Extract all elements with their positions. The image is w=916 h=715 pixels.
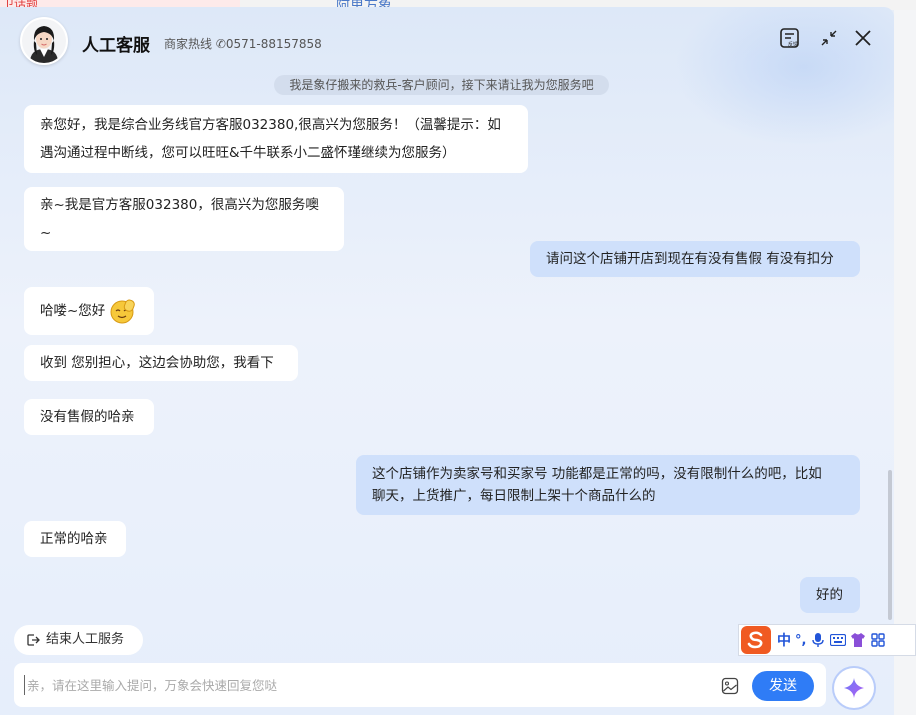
ime-toolbar: 中 °, xyxy=(738,624,916,656)
send-button[interactable]: 发送 xyxy=(752,671,814,701)
minimize-icon xyxy=(821,30,837,46)
agent-avatar xyxy=(20,17,68,65)
skin-shirt-icon[interactable] xyxy=(850,632,866,648)
page-title: 人工客服 xyxy=(82,36,150,56)
message-text: 收到 您别担心，这边会协助您，我看下 xyxy=(40,355,274,371)
user-message: 好的 xyxy=(800,577,860,613)
message-input[interactable] xyxy=(24,675,704,695)
message-text-line: 亲您好，我是综合业务线官方客服032380,很高兴为您服务！（温馨提示：如 xyxy=(40,117,501,133)
agent-message: 哈喽~您好 xyxy=(24,287,154,335)
image-icon xyxy=(721,677,739,695)
feedback-button[interactable]: 反馈 xyxy=(779,27,803,51)
agent-message: 亲您好，我是综合业务线官方客服032380,很高兴为您服务！（温馨提示：如 遇沟… xyxy=(24,105,528,173)
end-service-button[interactable]: 结束人工服务 xyxy=(14,625,143,655)
wave-emoji-icon xyxy=(107,296,137,326)
message-text-line: 遇沟通过程中断线，您可以旺旺&千牛联系小二盛怀瑾继续为您服务） xyxy=(40,145,456,161)
close-icon xyxy=(855,30,871,46)
sogou-logo-icon[interactable] xyxy=(741,626,771,654)
feedback-badge-text: 反馈 xyxy=(788,41,798,48)
chat-header: 人工客服 商家热线 ✆0571-88157858 反馈 xyxy=(0,7,894,73)
message-text: 哈喽~您好 xyxy=(40,303,106,319)
service-notice: 我是象仔搬来的救兵-客户顾问，接下来请让我为您服务吧 xyxy=(274,75,609,95)
ai-assistant-button[interactable] xyxy=(834,668,874,708)
message-text: 正常的哈亲 xyxy=(40,531,108,547)
image-upload-button[interactable] xyxy=(721,677,739,695)
user-message: 这个店铺作为卖家号和买家号 功能都是正常的吗，没有限制什么的吧，比如 聊天，上货… xyxy=(356,455,860,515)
microphone-icon[interactable] xyxy=(810,632,826,648)
message-text: 没有售假的哈亲 xyxy=(40,409,135,425)
background-right-edge xyxy=(894,10,916,715)
message-text-line: 聊天，上货推广，每日限制上架十个商品什么的 xyxy=(372,488,656,504)
agent-message: 收到 您别担心，这边会协助您，我看下 xyxy=(24,345,298,381)
message-text: 请问这个店铺开店到现在有没有售假 有没有扣分 xyxy=(546,251,834,267)
chat-scrollbar[interactable] xyxy=(888,470,892,620)
agent-message: 正常的哈亲 xyxy=(24,521,126,557)
message-text-line: 这个店铺作为卖家号和买家号 功能都是正常的吗，没有限制什么的吧，比如 xyxy=(372,466,822,482)
agent-message: 亲~我是官方客服032380，很高兴为您服务噢~ xyxy=(24,187,344,251)
ime-punct-toggle[interactable]: °, xyxy=(795,633,806,648)
minimize-button[interactable] xyxy=(818,27,842,51)
sparkle-icon xyxy=(844,678,864,698)
feedback-icon: 反馈 xyxy=(780,28,799,48)
end-service-label: 结束人工服务 xyxy=(46,632,125,647)
merchant-hotline: 商家热线 ✆0571-88157858 xyxy=(164,37,322,51)
chat-window: 人工客服 商家热线 ✆0571-88157858 反馈 我是象仔搬来的救兵-客户… xyxy=(0,7,894,715)
message-text: 亲~我是官方客服032380，很高兴为您服务噢~ xyxy=(40,197,319,241)
exit-icon xyxy=(27,634,40,646)
agent-message: 没有售假的哈亲 xyxy=(24,399,154,435)
message-text: 好的 xyxy=(816,587,843,603)
toolbox-grid-icon[interactable] xyxy=(870,632,886,648)
user-message: 请问这个店铺开店到现在有没有售假 有没有扣分 xyxy=(530,241,860,277)
message-input-bar: 发送 xyxy=(14,663,826,707)
ime-mode-toggle[interactable]: 中 xyxy=(777,630,791,650)
keyboard-icon[interactable] xyxy=(830,632,847,648)
close-button[interactable] xyxy=(852,27,876,51)
